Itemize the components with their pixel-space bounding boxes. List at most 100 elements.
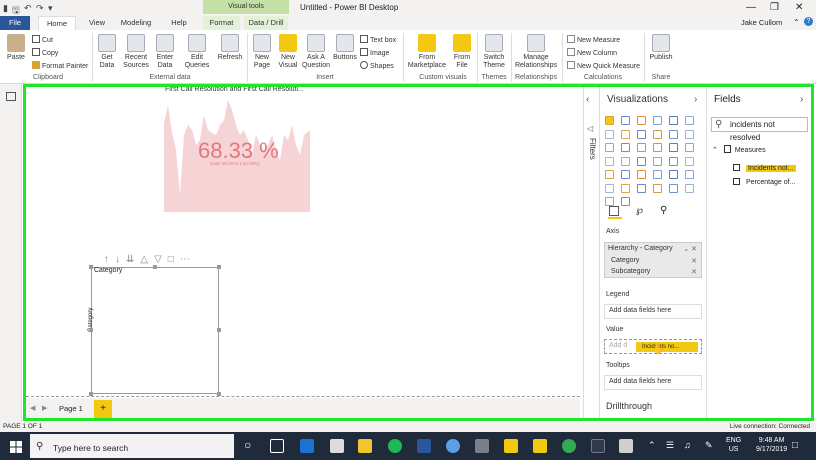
- new-visual-button[interactable]: New Visual: [276, 34, 300, 70]
- visual-type-icon[interactable]: [685, 183, 694, 193]
- resize-handle[interactable]: [217, 328, 221, 332]
- close-icon[interactable]: ✕: [795, 2, 803, 13]
- visual-type-icon[interactable]: [653, 170, 662, 179]
- previous-page-icon[interactable]: ◀: [30, 404, 35, 412]
- restore-icon[interactable]: ❐: [770, 2, 779, 13]
- taskbar-clock[interactable]: 9:48 AM 9/17/2019: [756, 436, 787, 454]
- file-explorer-icon[interactable]: [358, 439, 372, 453]
- collapse-pane-icon[interactable]: ‹: [586, 94, 589, 105]
- expand-hierarchy-icon[interactable]: △: [140, 254, 154, 265]
- visual-type-icon[interactable]: [637, 156, 646, 166]
- tab-data-drill[interactable]: Data / Drill: [244, 16, 288, 30]
- from-file-button[interactable]: From File: [449, 34, 475, 70]
- selected-visual[interactable]: [91, 267, 219, 394]
- visual-type-icon[interactable]: [605, 183, 614, 193]
- visual-type-icon[interactable]: [669, 143, 678, 152]
- expand-pane-icon[interactable]: ›: [800, 94, 803, 105]
- field-percentage[interactable]: Percentage of...: [733, 178, 795, 186]
- notifications-icon[interactable]: □: [792, 440, 798, 451]
- fields-search-input[interactable]: incidents not resolved: [711, 117, 808, 142]
- word-icon[interactable]: [417, 439, 431, 453]
- visual-type-icon[interactable]: [621, 116, 630, 125]
- field-incidents-not-resolved[interactable]: Incidents not...: [733, 164, 796, 172]
- visual-type-icon[interactable]: [669, 129, 678, 139]
- filter-icon[interactable]: ▽: [154, 254, 168, 265]
- format-paint-roller-icon[interactable]: ℘: [636, 205, 643, 216]
- remove-field-icon[interactable]: ✕: [691, 268, 697, 276]
- new-measure-button[interactable]: New Measure: [567, 35, 620, 44]
- powerbi-taskbar-icon[interactable]: [504, 439, 518, 453]
- tab-home[interactable]: Home: [38, 16, 76, 30]
- page-tab-1[interactable]: Page 1: [59, 404, 83, 413]
- paste-button[interactable]: Paste: [4, 34, 28, 62]
- cut-button[interactable]: Cut: [32, 35, 53, 44]
- powerbi-taskbar-icon-2[interactable]: [533, 439, 547, 453]
- visual-type-icon[interactable]: [621, 156, 630, 166]
- enter-data-button[interactable]: Enter Data: [154, 34, 176, 70]
- visual-type-icon[interactable]: [637, 116, 646, 125]
- edge-icon[interactable]: [300, 439, 314, 453]
- get-data-button[interactable]: Get Data: [96, 34, 118, 70]
- visual-type-icon[interactable]: [685, 143, 694, 152]
- resize-handle[interactable]: [217, 392, 221, 396]
- image-button[interactable]: Image: [360, 48, 389, 57]
- refresh-button[interactable]: Refresh: [216, 34, 244, 62]
- report-view-icon[interactable]: [6, 92, 16, 101]
- visual-type-icon[interactable]: [669, 170, 678, 179]
- field-checkbox[interactable]: [733, 164, 740, 171]
- shapes-button[interactable]: Shapes: [360, 61, 394, 70]
- tab-file[interactable]: File: [0, 16, 30, 30]
- visual-type-icon[interactable]: [669, 116, 678, 125]
- tab-help[interactable]: Help: [166, 16, 192, 30]
- taskbar-search-placeholder[interactable]: Type here to search: [53, 443, 128, 453]
- mail-icon[interactable]: [330, 439, 344, 453]
- resize-handle[interactable]: [89, 392, 93, 396]
- visual-type-icon[interactable]: [605, 156, 614, 166]
- text-box-button[interactable]: Text box: [360, 35, 396, 44]
- more-options-icon[interactable]: ⋯: [180, 254, 196, 265]
- resize-handle[interactable]: [89, 265, 93, 269]
- user-name[interactable]: Jake Cullom: [741, 18, 782, 27]
- drill-down-icon[interactable]: ↓: [115, 254, 126, 265]
- visual-type-icon[interactable]: [605, 129, 614, 139]
- visual-type-icon[interactable]: [685, 156, 694, 166]
- customize-toolbar-icon[interactable]: ▾: [48, 3, 53, 14]
- analytics-magnifier-icon[interactable]: ⚲: [660, 205, 667, 216]
- visual-type-icon[interactable]: [605, 116, 614, 125]
- visual-type-icon[interactable]: [669, 183, 678, 193]
- ask-a-question-button[interactable]: Ask A Question: [301, 34, 331, 70]
- recent-sources-button[interactable]: Recent Sources: [121, 34, 151, 70]
- field-checkbox[interactable]: [733, 178, 740, 185]
- visual-type-icon[interactable]: [605, 170, 614, 179]
- fields-well-tab[interactable]: [608, 205, 622, 219]
- chrome-icon[interactable]: [562, 439, 576, 453]
- new-page-button[interactable]: New Page: [250, 34, 274, 70]
- format-painter-button[interactable]: Format Painter: [32, 61, 88, 70]
- next-page-icon[interactable]: ▶: [42, 404, 47, 412]
- volume-icon[interactable]: ♫: [684, 440, 691, 450]
- browser-icon[interactable]: [446, 439, 460, 453]
- add-page-button[interactable]: +: [94, 400, 112, 418]
- expand-pane-icon[interactable]: ›: [694, 94, 697, 105]
- legend-well[interactable]: Add data fields here: [604, 304, 702, 319]
- resize-handle[interactable]: [89, 328, 93, 332]
- from-marketplace-button[interactable]: From Marketplace: [407, 34, 447, 70]
- visual-type-icon[interactable]: [685, 129, 694, 139]
- help-icon[interactable]: ?: [804, 17, 813, 26]
- manage-relationships-button[interactable]: Manage Relationships: [514, 34, 558, 70]
- pen-icon[interactable]: ✎: [705, 440, 713, 451]
- resize-handle[interactable]: [153, 265, 157, 269]
- buttons-button[interactable]: Buttons: [332, 34, 358, 62]
- resize-handle[interactable]: [217, 265, 221, 269]
- new-quick-measure-button[interactable]: New Quick Measure: [567, 61, 640, 70]
- copy-button[interactable]: Copy: [32, 48, 58, 57]
- visual-type-icon[interactable]: [621, 197, 630, 206]
- focus-mode-icon[interactable]: □: [168, 254, 180, 265]
- chevron-up-icon[interactable]: ⌃: [712, 147, 718, 154]
- visual-type-icon[interactable]: [653, 156, 662, 166]
- minimize-icon[interactable]: —: [746, 2, 756, 13]
- measures-table[interactable]: ⌃ Measures: [712, 145, 766, 154]
- visual-type-icon[interactable]: [685, 170, 694, 179]
- visual-type-icon[interactable]: [637, 170, 646, 179]
- remove-field-icon[interactable]: ⌄ ✕: [683, 245, 697, 253]
